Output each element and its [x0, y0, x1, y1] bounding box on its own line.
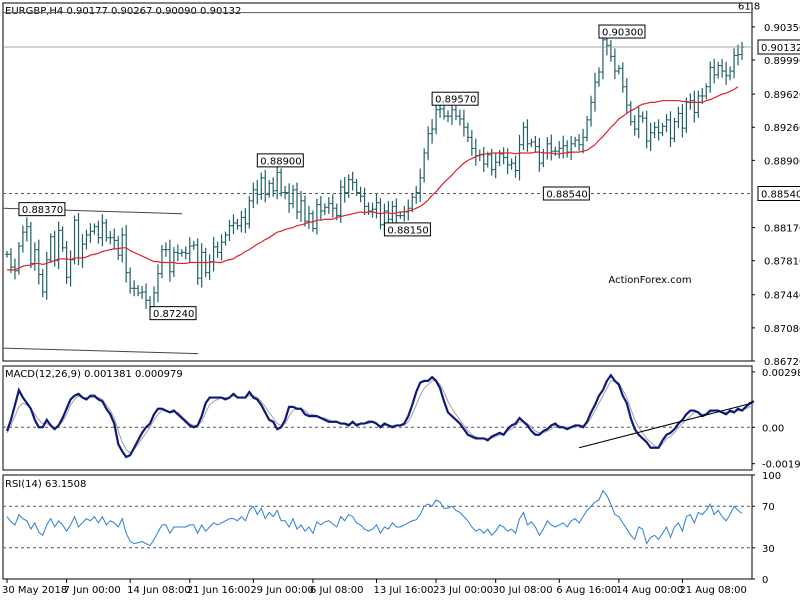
- y-tick-label: 0.87440: [764, 291, 800, 302]
- x-tick-label: 30 May 2018: [2, 585, 67, 596]
- price-annotation-label: 0.90300: [602, 28, 643, 39]
- x-tick-label: 14 Jun 08:00: [127, 585, 191, 596]
- price-annotation-label: 0.88900: [260, 156, 301, 167]
- x-tick-label: 30 Jul 08:00: [493, 585, 553, 596]
- chart-title: EURGBP,H4 0.90177 0.90267 0.90090 0.9013…: [5, 6, 241, 17]
- forex-chart: ActionForex.com EURGBP,H4 0.90177 0.90267…: [2, 2, 800, 596]
- rsi-y-tick-label: 30: [762, 544, 775, 555]
- y-tick-label: 0.89990: [764, 56, 800, 67]
- x-tick-label: 6 Jul 08:00: [310, 585, 364, 596]
- macd-trendline: [578, 402, 753, 449]
- x-tick-label: 13 Jul 16:00: [373, 585, 433, 596]
- macd-line: [5, 373, 755, 459]
- y-tick-label: 0.87080: [764, 324, 800, 335]
- y-tick-label: 0.90350: [764, 23, 800, 34]
- x-tick-label: 29 Jun 00:00: [250, 585, 314, 596]
- y-tick-label: 0.89620: [764, 90, 800, 101]
- x-tick-label: 6 Aug 16:00: [556, 585, 617, 596]
- support-label: 0.88540: [761, 190, 800, 201]
- macd-title: MACD(12,26,9) 0.001381 0.000979: [5, 369, 183, 380]
- x-tick-label: 23 Jul 00:00: [433, 585, 493, 596]
- price-annotation-label: 0.88150: [387, 225, 428, 236]
- macd-y-tick-label: 0.002984: [762, 368, 800, 379]
- y-tick-label: 0.88900: [764, 156, 800, 167]
- x-tick-label: 21 Aug 08:00: [679, 585, 746, 596]
- fib-label: 61.8: [738, 2, 760, 13]
- rsi-title: RSI(14) 63.1508: [5, 479, 86, 490]
- current-price-label: 0.90132: [761, 43, 800, 54]
- watermark: ActionForex.com: [608, 275, 691, 286]
- macd-y-tick-label: -0.00196: [762, 460, 800, 471]
- y-tick-label: 0.87810: [764, 257, 800, 268]
- y-tick-label: 0.88170: [764, 224, 800, 235]
- panel-frame: [2, 2, 753, 362]
- x-tick-label: 14 Aug 00:00: [616, 585, 683, 596]
- y-tick-label: 0.89260: [764, 123, 800, 134]
- price-annotation-label: 0.88370: [22, 205, 63, 216]
- price-annotation-label: 0.88540: [546, 190, 587, 201]
- x-tick-label: 21 Jun 16:00: [187, 585, 251, 596]
- x-tick-label: 7 Jun 00:00: [64, 585, 121, 596]
- price-annotation-label: 0.89570: [435, 95, 476, 106]
- y-tick-label: 0.86720: [764, 357, 800, 368]
- moving-average-line: [7, 86, 739, 271]
- price-annotation-label: 0.87240: [153, 309, 194, 320]
- rsi-y-tick-label: 100: [762, 471, 781, 482]
- macd-y-tick-label: 0.00: [762, 423, 784, 434]
- rsi-line: [6, 489, 743, 547]
- rsi-y-tick-label: 70: [762, 502, 775, 513]
- panel-frame: [2, 365, 753, 471]
- channel-line: [2, 347, 199, 355]
- rsi-y-tick-label: 0: [762, 575, 768, 586]
